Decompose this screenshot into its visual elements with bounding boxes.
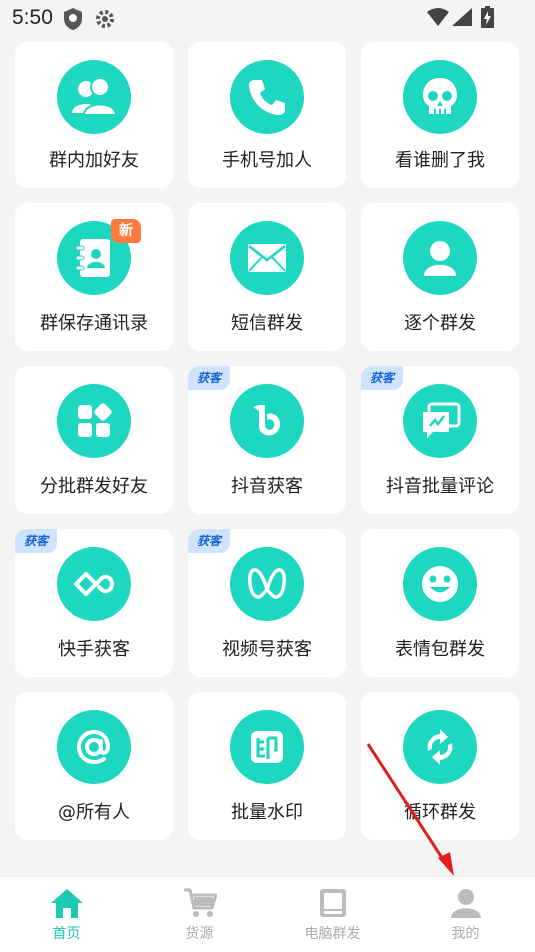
tab-mine[interactable]: 我的	[399, 877, 532, 952]
book-icon	[319, 889, 346, 917]
tile-sticker-broadcast[interactable]: 表情包群发	[361, 529, 519, 677]
tab-label: 首页	[52, 926, 81, 942]
tab-pc-broadcast[interactable]: 电脑群发	[266, 877, 399, 952]
tile-label: 逐个群发	[404, 313, 476, 334]
smile-icon	[403, 547, 477, 621]
badge-ke: 获客	[188, 366, 230, 390]
channels-icon	[230, 547, 304, 621]
tile-batch-watermark[interactable]: 批量水印	[188, 692, 346, 840]
tile-label: 抖音批量评论	[386, 476, 494, 497]
tile-save-contacts[interactable]: 新 群保存通讯录	[15, 203, 173, 351]
tab-label: 我的	[451, 926, 480, 942]
tile-douyin[interactable]: 获客 抖音获客	[188, 366, 346, 514]
tab-label: 电脑群发	[304, 926, 361, 942]
wifi-icon	[427, 8, 449, 26]
shield-icon	[64, 8, 82, 30]
profile-icon	[450, 889, 481, 918]
tile-douyin-comments[interactable]: 获客 抖音批量评论	[361, 366, 519, 514]
settings-icon	[96, 10, 114, 28]
home-icon	[50, 889, 83, 918]
badge-ke: 获客	[188, 529, 230, 553]
tile-label: 分批群发好友	[40, 476, 148, 497]
grid-icon	[57, 384, 131, 458]
person-icon	[403, 221, 477, 295]
kuaishou-icon	[57, 547, 131, 621]
badge-new: 新	[111, 219, 141, 243]
badge-ke: 获客	[15, 529, 57, 553]
douyin-icon	[230, 384, 304, 458]
tile-kuaishou[interactable]: 获客 快手获客	[15, 529, 173, 677]
phone-icon	[230, 60, 304, 134]
status-time: 5:50	[12, 6, 53, 29]
tile-channels[interactable]: 获客 视频号获客	[188, 529, 346, 677]
cart-icon	[183, 888, 217, 917]
tile-one-by-one[interactable]: 逐个群发	[361, 203, 519, 351]
tile-label: @所有人	[58, 802, 130, 823]
tile-label: 看谁删了我	[395, 150, 485, 171]
watermark-icon	[230, 710, 304, 784]
tile-label: 视频号获客	[222, 639, 312, 660]
tile-label: 手机号加人	[222, 150, 312, 171]
tile-label: 快手获客	[58, 639, 130, 660]
tile-label: 群保存通讯录	[40, 313, 148, 334]
battery-icon	[481, 6, 494, 28]
badge-ke: 获客	[361, 366, 403, 390]
tile-label: 短信群发	[231, 313, 303, 334]
tab-label: 货源	[185, 926, 214, 942]
tile-group-add-friends[interactable]: 群内加好友	[15, 42, 173, 188]
tile-batch-broadcast[interactable]: 分批群发好友	[15, 366, 173, 514]
bottom-tab-bar: 首页 货源 电脑群发 我的	[0, 876, 535, 952]
tile-sms-broadcast[interactable]: 短信群发	[188, 203, 346, 351]
tile-at-all[interactable]: @所有人	[15, 692, 173, 840]
tile-label: 表情包群发	[395, 639, 485, 660]
status-bar: 5:50	[0, 0, 535, 42]
at-icon	[57, 710, 131, 784]
tile-label: 批量水印	[231, 802, 303, 823]
tab-home[interactable]: 首页	[0, 877, 133, 952]
tab-supply[interactable]: 货源	[133, 877, 266, 952]
mail-icon	[230, 221, 304, 295]
users-icon	[57, 60, 131, 134]
comments-icon	[403, 384, 477, 458]
skull-icon	[403, 60, 477, 134]
signal-icon	[452, 8, 472, 26]
tile-label: 群内加好友	[49, 150, 139, 171]
tile-label: 抖音获客	[231, 476, 303, 497]
tile-who-deleted-me[interactable]: 看谁删了我	[361, 42, 519, 188]
tile-phone-add[interactable]: 手机号加人	[188, 42, 346, 188]
arrow-annotation-icon	[366, 743, 454, 876]
